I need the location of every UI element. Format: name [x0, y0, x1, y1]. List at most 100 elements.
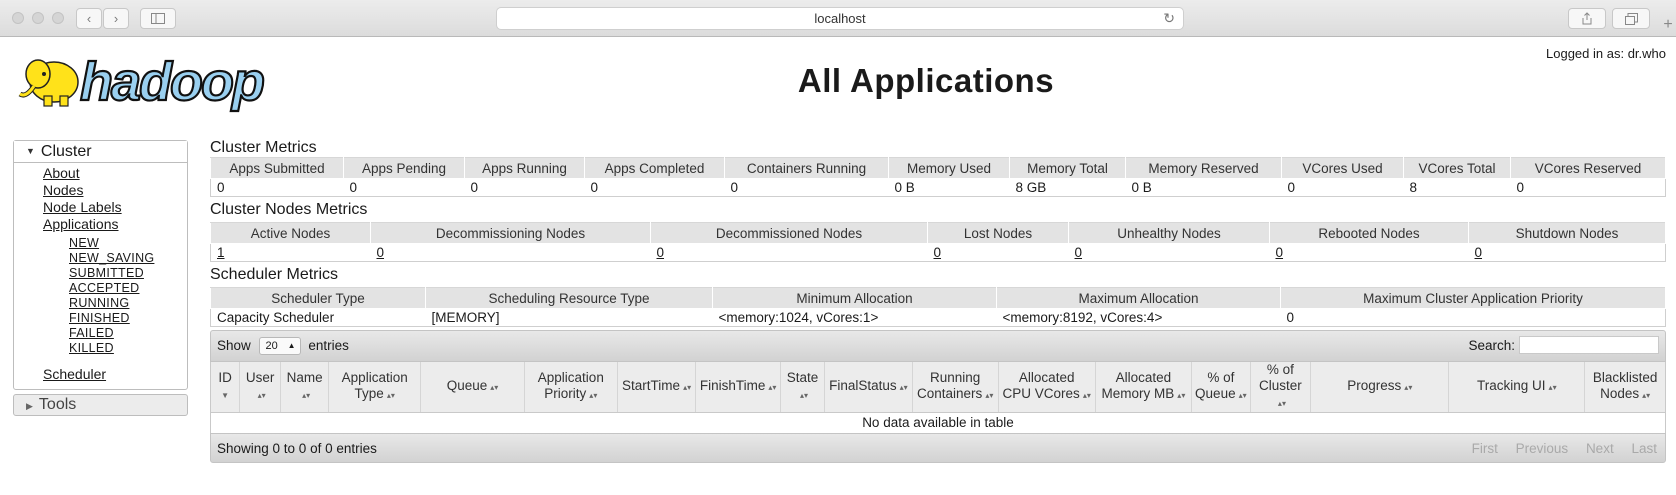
metric-header: Memory Used	[888, 157, 1010, 179]
column-header-label: Memory MB	[1101, 386, 1175, 401]
metric-value: 0	[464, 178, 585, 197]
column-header[interactable]: Queue ▴▾	[420, 362, 525, 413]
metric-header: Maximum Cluster Application Priority	[1280, 287, 1666, 309]
column-header[interactable]: ID ▼	[209, 362, 240, 413]
metric-value: 0 B	[888, 178, 1010, 197]
column-header[interactable]: Tracking UI ▴▾	[1448, 362, 1585, 413]
sort-icon: ▴▾	[1177, 391, 1186, 400]
column-header[interactable]: Application Type ▴▾	[328, 362, 421, 413]
nav-app-state-running[interactable]: RUNNING	[14, 296, 187, 311]
metric-header: VCores Used	[1281, 157, 1404, 179]
pager-previous-button[interactable]: Previous	[1516, 441, 1569, 456]
new-tab-button[interactable]: +	[1660, 14, 1676, 36]
unhealthy-nodes-link[interactable]: 0	[1068, 243, 1270, 262]
column-header[interactable]: Allocated CPU VCores ▴▾	[997, 362, 1096, 413]
pager-next-button[interactable]: Next	[1586, 441, 1614, 456]
metric-header: Maximum Allocation	[996, 287, 1281, 309]
nav-app-state-failed[interactable]: FAILED	[14, 326, 187, 341]
nodes-metrics-title: Cluster Nodes Metrics	[210, 201, 368, 218]
column-header-label: Blacklisted	[1592, 370, 1658, 385]
sort-icon: ▴▾	[1548, 383, 1557, 392]
tools-menu-header[interactable]: ▶ Tools	[13, 394, 188, 416]
sort-icon: ▴▾	[1404, 383, 1413, 392]
column-header[interactable]: Blacklisted Nodes ▴▾	[1584, 362, 1666, 413]
column-header-label: Queue	[446, 378, 488, 393]
search-input[interactable]	[1519, 336, 1659, 354]
nav-about-link[interactable]: About	[14, 165, 187, 182]
max-cluster-app-priority-value: 0	[1280, 308, 1666, 327]
nav-applications-link[interactable]: Applications	[14, 216, 187, 233]
column-header-label: CPU VCores	[1002, 386, 1080, 401]
minimize-window-button[interactable]	[32, 12, 44, 24]
shutdown-nodes-link[interactable]: 0	[1468, 243, 1666, 262]
sort-descending-icon: ▼	[221, 391, 230, 400]
nav-scheduler-link[interactable]: Scheduler	[14, 366, 187, 383]
metric-header: VCores Total	[1403, 157, 1511, 179]
metric-header: Memory Total	[1009, 157, 1126, 179]
nav-app-state-new-saving[interactable]: NEW_SAVING	[14, 251, 187, 266]
column-header[interactable]: User ▴▾	[239, 362, 281, 413]
nav-app-state-killed[interactable]: KILLED	[14, 341, 187, 356]
apps-table-header-row: ID ▼ User▴▾ Name▴▾ Application Type ▴▾ Queue ▴▾ A…	[209, 362, 1666, 413]
column-header[interactable]: FinalStatus ▴▾	[823, 362, 913, 413]
forward-button[interactable]: ›	[103, 8, 129, 29]
nav-app-state-submitted[interactable]: SUBMITTED	[14, 266, 187, 281]
column-header-label: FinalStatus	[829, 378, 897, 393]
close-window-button[interactable]	[12, 12, 24, 24]
sidebar-toggle-button[interactable]	[140, 8, 176, 29]
zoom-window-button[interactable]	[52, 12, 64, 24]
column-header-label: Tracking UI	[1477, 378, 1546, 393]
empty-table-message: No data available in table	[210, 412, 1666, 433]
decommissioned-nodes-link[interactable]: 0	[650, 243, 928, 262]
scheduler-type-value: Capacity Scheduler	[210, 308, 426, 327]
address-bar[interactable]: localhost ↻	[496, 7, 1184, 30]
sort-icon: ▴▾	[302, 391, 311, 400]
nav-app-state-new[interactable]: NEW	[14, 236, 187, 251]
pager-first-button[interactable]: First	[1472, 441, 1498, 456]
nav-node-labels-link[interactable]: Node Labels	[14, 199, 187, 216]
metric-header: Apps Completed	[584, 157, 725, 179]
column-header-label: StartTime	[622, 378, 681, 393]
column-header[interactable]: Progress ▴▾	[1310, 362, 1449, 413]
maximum-allocation-value: <memory:8192, vCores:4>	[996, 308, 1281, 327]
nav-nodes-link[interactable]: Nodes	[14, 182, 187, 199]
column-header[interactable]: Running Containers ▴▾	[911, 362, 999, 413]
metric-header: Unhealthy Nodes	[1068, 222, 1270, 244]
metric-value: 0	[343, 178, 465, 197]
sort-icon: ▴▾	[683, 383, 692, 392]
decommissioning-nodes-link[interactable]: 0	[370, 243, 651, 262]
share-button[interactable]	[1568, 8, 1606, 29]
column-header[interactable]: State ▴▾	[780, 362, 825, 413]
metric-header: Lost Nodes	[927, 222, 1069, 244]
metric-header: Containers Running	[724, 157, 889, 179]
column-header[interactable]: StartTime ▴▾	[616, 362, 696, 413]
metric-header: Shutdown Nodes	[1468, 222, 1666, 244]
metric-value: 0	[210, 178, 344, 197]
column-header[interactable]: Application Priority ▴▾	[523, 362, 618, 413]
column-header[interactable]: Allocated Memory MB ▴▾	[1094, 362, 1192, 413]
tabs-overview-button[interactable]	[1612, 8, 1650, 29]
nav-app-state-accepted[interactable]: ACCEPTED	[14, 281, 187, 296]
column-header[interactable]: % of Queue ▴▾	[1191, 362, 1251, 413]
column-header-label: Application	[341, 370, 408, 385]
rebooted-nodes-link[interactable]: 0	[1269, 243, 1469, 262]
cluster-menu-header[interactable]: ▼ Cluster	[14, 141, 187, 163]
nav-app-state-finished[interactable]: FINISHED	[14, 311, 187, 326]
reload-icon[interactable]: ↻	[1163, 8, 1175, 29]
column-header[interactable]: % of Cluster ▴▾	[1249, 362, 1311, 413]
column-header[interactable]: FinishTime ▴▾	[695, 362, 781, 413]
lost-nodes-link[interactable]: 0	[927, 243, 1069, 262]
pager-last-button[interactable]: Last	[1631, 441, 1657, 456]
column-header[interactable]: Name ▴▾	[280, 362, 329, 413]
sort-icon: ▴▾	[589, 391, 598, 400]
minimum-allocation-value: <memory:1024, vCores:1>	[712, 308, 997, 327]
metric-header: Apps Submitted	[210, 157, 344, 179]
column-header-label: Cluster	[1259, 378, 1302, 393]
active-nodes-link[interactable]: 1	[210, 243, 371, 262]
metric-header: Apps Running	[464, 157, 585, 179]
back-button[interactable]: ‹	[76, 8, 102, 29]
page-size-select[interactable]: 20 ▲	[258, 337, 301, 355]
applications-table: ID ▼ User▴▾ Name▴▾ Application Type ▴▾ Queue ▴▾ A…	[209, 362, 1666, 433]
metric-header: Rebooted Nodes	[1269, 222, 1469, 244]
nodes-metrics-table: Active Nodes Decommissioning Nodes Decom…	[210, 222, 1666, 262]
